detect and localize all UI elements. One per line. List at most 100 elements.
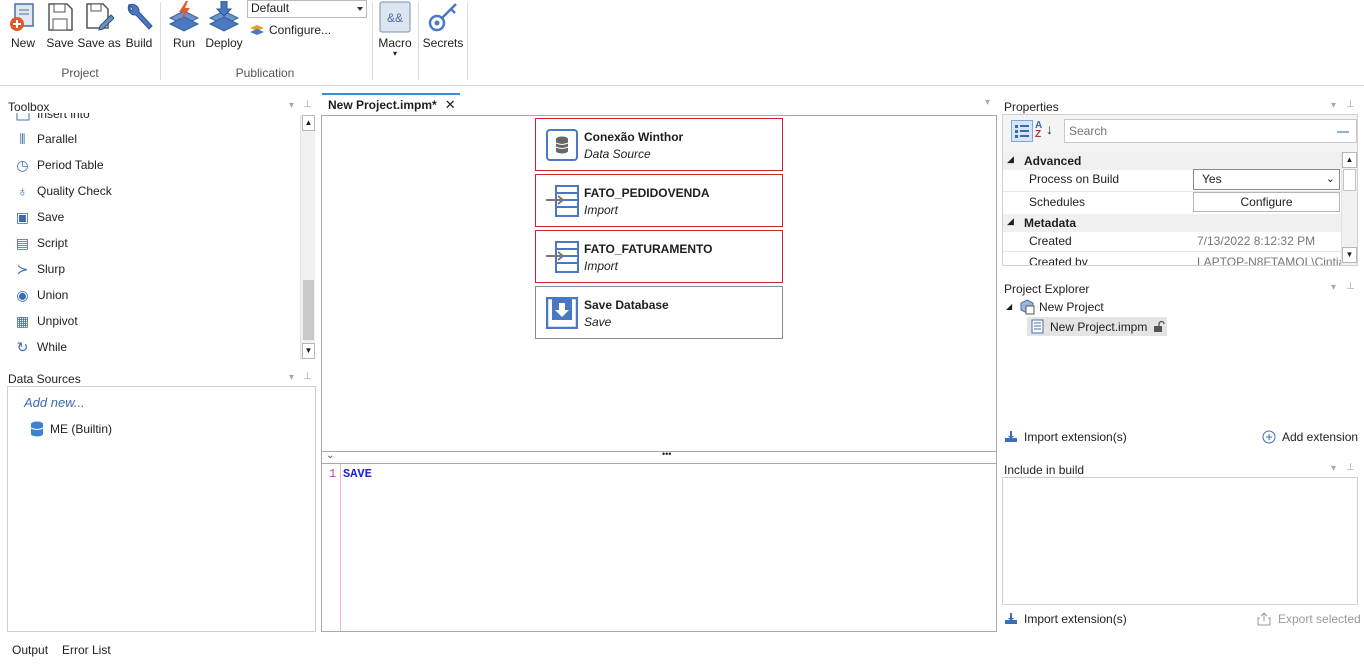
new-button[interactable]: New <box>6 0 40 50</box>
editor-splitter[interactable]: ⌄ ••• <box>321 449 997 464</box>
properties-search-box[interactable] <box>1064 119 1357 143</box>
toolbox-item-slurp[interactable]: ≻ Slurp <box>14 258 65 280</box>
import-extensions-build-button[interactable]: Import extension(s) <box>1004 612 1127 626</box>
save-icon: ▣ <box>15 208 30 225</box>
datasource-item[interactable]: ME (Builtin) <box>30 421 112 437</box>
configure-button[interactable]: Configure... <box>249 23 331 37</box>
tree-item-label: New Project <box>1039 300 1104 314</box>
save-as-button-label: Save as <box>77 36 121 50</box>
tab-output[interactable]: Output <box>12 643 48 657</box>
properties-search-input[interactable] <box>1069 121 1319 141</box>
data-sources-panel: Add new... ME (Builtin) <box>7 386 316 632</box>
environment-select[interactable]: Default <box>247 0 367 18</box>
node-subtitle: Save <box>584 315 612 329</box>
node-subtitle: Data Source <box>584 147 651 161</box>
toolbox-item-script[interactable]: ▤ Script <box>14 232 68 254</box>
schedules-configure-button[interactable]: Configure <box>1193 192 1340 212</box>
save-as-button[interactable]: Save as <box>77 0 121 50</box>
node-save-database[interactable]: Save Database Save <box>535 286 783 339</box>
export-selected-button[interactable]: Export selected <box>1256 612 1361 626</box>
property-section-metadata[interactable]: ◢ Metadata <box>1003 214 1341 232</box>
node-title: Save Database <box>584 298 669 312</box>
node-fato-faturamento[interactable]: FATO_FATURAMENTO Import <box>535 230 783 283</box>
properties-scrollbar[interactable]: ▲ ▼ <box>1341 152 1357 265</box>
datasource-item-label: ME (Builtin) <box>50 422 113 436</box>
property-label-schedules: Schedules <box>1029 195 1086 209</box>
toolbox-item-unpivot[interactable]: ▦ Unpivot <box>14 310 78 332</box>
tree-item-new-project[interactable]: New Project <box>1019 299 1104 315</box>
sort-alphabetical-icon[interactable]: AZ <box>1035 121 1042 140</box>
ribbon-group-separator <box>418 2 419 80</box>
scroll-down-icon[interactable]: ▼ <box>302 343 315 359</box>
pin-icon[interactable]: ⊥ <box>1346 281 1355 292</box>
toolbox-item-quality-check[interactable]: ♁ Quality Check <box>14 180 111 202</box>
unlock-icon[interactable] <box>1153 320 1166 333</box>
tab-overflow-icon[interactable]: ▾ <box>985 97 990 108</box>
node-conexao-winthor[interactable]: Conexão Winthor Data Source <box>535 118 783 171</box>
process-on-build-select[interactable]: Yes ⌄ <box>1193 169 1340 190</box>
pane-dropdown-icon[interactable]: ▾ <box>1331 100 1336 111</box>
code-line[interactable]: SAVE <box>343 467 372 481</box>
node-title: FATO_FATURAMENTO <box>584 242 713 256</box>
scrollbar-thumb[interactable] <box>303 280 314 340</box>
code-editor[interactable]: 1 SAVE <box>321 464 997 632</box>
pane-dropdown-icon[interactable]: ▾ <box>1331 463 1336 474</box>
scroll-up-icon[interactable]: ▲ <box>1342 152 1357 168</box>
toolbox-item-while[interactable]: ↻ While <box>14 336 67 358</box>
group-label-project: Project <box>61 66 99 80</box>
tab-new-project[interactable]: New Project.impm* ✕ <box>322 93 460 115</box>
toolbox-scrollbar[interactable]: ▲ ▼ <box>300 115 315 359</box>
save-button[interactable]: Save <box>44 0 76 50</box>
pin-icon[interactable]: ⊥ <box>1346 99 1355 110</box>
toolbox-item-union[interactable]: ◉ Union <box>14 284 68 306</box>
scroll-down-icon[interactable]: ▼ <box>1342 247 1357 263</box>
configure-label: Configure... <box>269 23 332 37</box>
chevron-down-icon: ⌄ <box>1325 173 1335 185</box>
toolbox-item-period-table[interactable]: ◷ Period Table <box>14 154 103 176</box>
toolbox-item-save[interactable]: ▣ Save <box>14 206 64 228</box>
pane-dropdown-icon[interactable]: ▾ <box>289 100 294 111</box>
pin-icon[interactable]: ⊥ <box>303 99 312 110</box>
secrets-button[interactable]: Secrets <box>423 0 463 50</box>
node-title: Conexão Winthor <box>584 130 684 144</box>
tab-error-list[interactable]: Error List <box>62 643 111 657</box>
categorized-view-icon[interactable] <box>1011 120 1033 142</box>
script-icon: ▤ <box>15 234 30 251</box>
collapse-triangle-icon: ◢ <box>1007 216 1014 226</box>
collapse-icon[interactable]: ⌄ <box>326 450 334 461</box>
export-icon <box>1257 612 1271 626</box>
splitter-dots[interactable]: ••• <box>662 449 671 459</box>
properties-title: Properties <box>1004 100 1059 114</box>
pin-icon[interactable]: ⊥ <box>1346 462 1355 473</box>
node-subtitle: Import <box>584 259 619 273</box>
toolbox-item-insert-into[interactable]: Insert into <box>14 113 90 125</box>
database-icon <box>30 421 44 437</box>
macro-button[interactable]: && Macro ▾ <box>377 0 413 58</box>
include-in-build-list[interactable] <box>1002 477 1358 605</box>
add-extension-button[interactable]: Add extension <box>1262 430 1358 444</box>
expand-triangle-icon[interactable]: ◢ <box>1006 302 1012 311</box>
environment-select-value: Default <box>251 1 290 15</box>
pin-icon[interactable]: ⊥ <box>303 371 312 382</box>
import-icon <box>1005 613 1017 624</box>
toolbox-item-parallel[interactable]: ⫴ Parallel <box>14 128 77 150</box>
node-fato-pedidovenda[interactable]: FATO_PEDIDOVENDA Import <box>535 174 783 227</box>
macro-dropdown-arrow-icon: ▾ <box>392 49 397 58</box>
run-button[interactable]: Run <box>167 0 201 50</box>
ribbon-group-separator <box>160 2 161 80</box>
import-extensions-button[interactable]: Import extension(s) <box>1004 430 1127 444</box>
close-icon[interactable]: ✕ <box>445 97 456 113</box>
scrollbar-thumb[interactable] <box>1343 169 1356 191</box>
deploy-button[interactable]: Deploy <box>204 0 244 50</box>
search-clear-icon[interactable] <box>1337 131 1349 133</box>
row-divider <box>1003 251 1341 252</box>
add-new-datasource-link[interactable]: Add new... <box>24 395 85 410</box>
datasource-node-icon <box>546 129 578 161</box>
build-button[interactable]: Build <box>123 0 155 50</box>
tree-item-new-project-impm[interactable]: New Project.impm <box>1027 317 1167 336</box>
pane-dropdown-icon[interactable]: ▾ <box>1331 282 1336 293</box>
scroll-up-icon[interactable]: ▲ <box>302 115 315 131</box>
macro-icon: && <box>378 0 412 34</box>
property-section-advanced[interactable]: ◢ Advanced <box>1003 152 1341 170</box>
pane-dropdown-icon[interactable]: ▾ <box>289 372 294 383</box>
